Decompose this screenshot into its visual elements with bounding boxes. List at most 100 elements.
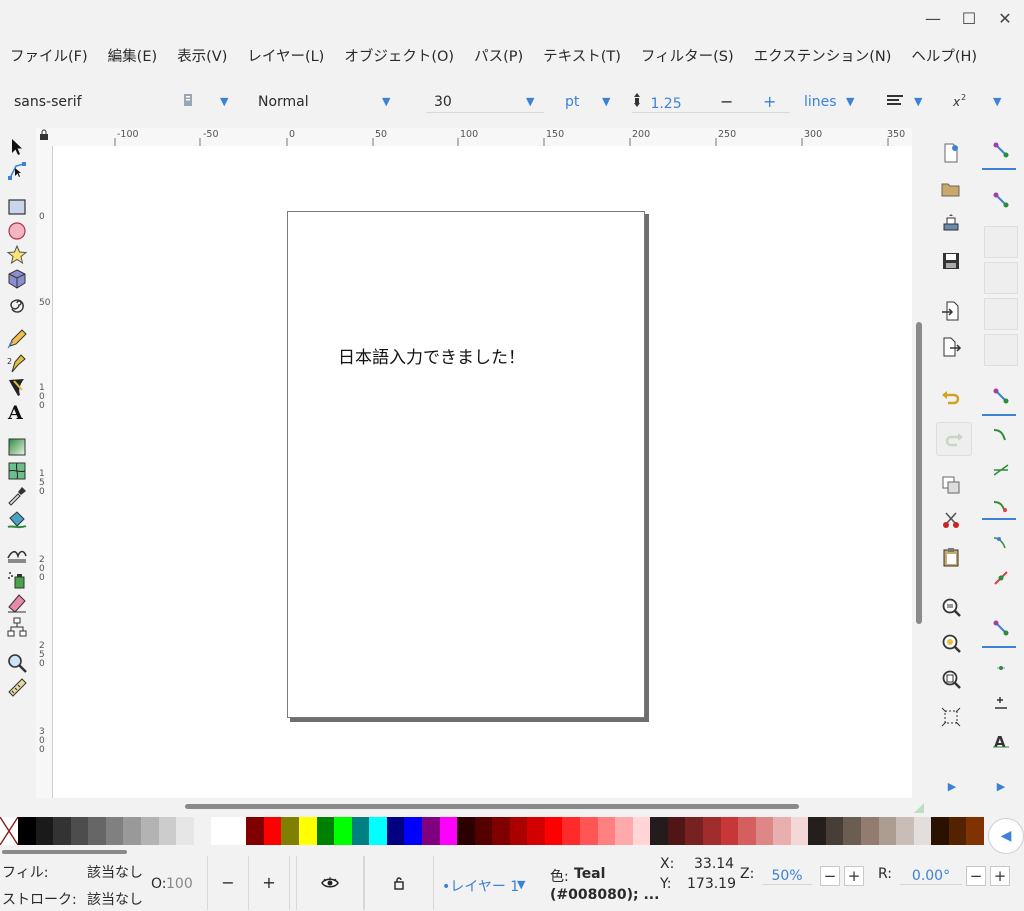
palette-swatch[interactable] [913, 817, 932, 845]
duplicate-icon[interactable] [940, 474, 964, 498]
new-document-icon[interactable] [940, 142, 964, 166]
font-family-dropdown-icon[interactable]: ▼ [220, 92, 228, 112]
stroke-value[interactable]: 該当なし [87, 889, 143, 909]
palette-swatch[interactable] [861, 817, 879, 845]
palette-swatch[interactable] [421, 817, 440, 845]
rectangle-tool-icon[interactable] [6, 196, 28, 218]
toggle-layer-visibility-button[interactable] [296, 856, 364, 910]
palette-scroll-left-icon[interactable]: ◀ [988, 818, 1024, 854]
minimize-button[interactable]: — [922, 8, 944, 30]
import-icon[interactable] [940, 300, 964, 324]
palette-swatch[interactable] [948, 817, 967, 845]
unit-field[interactable]: pt [565, 92, 579, 112]
line-spacing-increase-button[interactable]: + [763, 92, 776, 112]
palette-swatch[interactable] [53, 817, 71, 845]
dropper-tool-icon[interactable] [6, 484, 28, 506]
print-icon[interactable] [940, 214, 964, 238]
font-style-field[interactable]: Normal [258, 92, 368, 112]
cut-icon[interactable] [940, 510, 964, 534]
document-page[interactable]: 日本語入力できました！ [287, 211, 645, 718]
menu-extensions[interactable]: エクステンション(N) [744, 45, 902, 66]
snap-path-icon[interactable] [986, 424, 1016, 448]
selector-tool-icon[interactable] [6, 136, 28, 158]
palette-swatch[interactable] [702, 817, 721, 845]
palette-swatch[interactable] [738, 817, 756, 845]
save-icon[interactable] [940, 250, 964, 274]
palette-swatch[interactable] [544, 817, 563, 845]
menu-object[interactable]: オブジェクト(O) [334, 45, 464, 66]
canvas-text-object[interactable]: 日本語入力できました！ [338, 343, 525, 368]
zoom-out-button[interactable]: − [820, 866, 840, 886]
snap-bbox-corner-button[interactable] [984, 262, 1018, 294]
font-size-dropdown-icon[interactable]: ▼ [526, 92, 534, 112]
palette-scrollbar[interactable] [2, 850, 127, 854]
menu-help[interactable]: ヘルプ(H) [901, 45, 987, 66]
paint-bucket-tool-icon[interactable] [6, 508, 28, 530]
superscript-icon[interactable]: x2 [952, 92, 972, 112]
palette-swatch[interactable] [966, 817, 984, 845]
opacity-increase-button[interactable]: + [248, 856, 290, 910]
zoom-field[interactable]: 50% [762, 868, 812, 885]
palette-swatch[interactable] [299, 817, 317, 845]
spacing-mode-field[interactable]: lines [804, 92, 837, 112]
snap-text-baseline-icon[interactable]: A [986, 730, 1016, 754]
palette-swatch[interactable] [386, 817, 405, 845]
palette-swatch[interactable] [615, 817, 633, 845]
vertical-scrollbar[interactable] [916, 322, 922, 624]
node-tool-icon[interactable] [6, 160, 28, 182]
paste-icon[interactable] [940, 546, 964, 570]
palette-swatch[interactable] [439, 817, 458, 845]
close-button[interactable]: ✕ [994, 8, 1016, 30]
palette-swatch[interactable] [193, 817, 212, 845]
star-tool-icon[interactable] [6, 244, 28, 266]
no-paint-swatch[interactable] [0, 816, 19, 846]
maximize-button[interactable]: ☐ [958, 8, 980, 30]
snap-cusp-icon[interactable] [986, 496, 1016, 520]
ellipse-tool-icon[interactable] [6, 220, 28, 242]
palette-swatch[interactable] [843, 817, 861, 845]
palette-swatch[interactable] [667, 817, 686, 845]
font-style-dropdown-icon[interactable]: ▼ [382, 92, 390, 112]
snap-rotation-center-icon[interactable] [986, 694, 1016, 718]
unit-dropdown-icon[interactable]: ▼ [602, 92, 610, 112]
fill-value[interactable]: 該当なし [87, 862, 143, 882]
align-left-icon[interactable] [886, 92, 906, 112]
zoom-selection-icon[interactable] [940, 596, 964, 620]
palette-swatch[interactable] [878, 817, 897, 845]
palette-swatch[interactable] [685, 817, 703, 845]
palette-swatch[interactable] [755, 817, 774, 845]
menu-file[interactable]: ファイル(F) [0, 45, 98, 66]
horizontal-scrollbar[interactable] [185, 804, 799, 809]
text-tool-icon[interactable]: A [6, 400, 28, 424]
palette-swatch[interactable] [369, 817, 387, 845]
snap-bbox-midpoint-button[interactable] [984, 298, 1018, 330]
opacity-value[interactable]: 100 [166, 876, 193, 892]
palette-swatch[interactable] [825, 817, 844, 845]
tweak-tool-icon[interactable] [6, 544, 28, 566]
palette-swatch[interactable] [35, 817, 54, 845]
snap-bbox-icon[interactable] [986, 190, 1016, 214]
snap-intersection-icon[interactable] [986, 460, 1016, 484]
calligraphy-tool-icon[interactable] [6, 376, 28, 398]
mesh-tool-icon[interactable] [6, 460, 28, 482]
palette-swatch[interactable] [158, 817, 177, 845]
palette-swatch[interactable] [228, 817, 247, 845]
menu-view[interactable]: 表示(V) [167, 45, 237, 66]
palette-swatch[interactable] [316, 817, 335, 845]
spiral-tool-icon[interactable] [6, 292, 28, 314]
palette-swatch[interactable] [404, 817, 422, 845]
palette-swatch[interactable] [263, 817, 282, 845]
snap-bbox-edge-button[interactable] [984, 226, 1018, 258]
palette-swatch[interactable] [650, 817, 668, 845]
menu-edit[interactable]: 編集(E) [98, 45, 167, 66]
palette-swatch[interactable] [70, 817, 89, 845]
palette-swatch[interactable] [246, 817, 264, 845]
snap-midpoint-icon[interactable] [986, 568, 1016, 592]
snap-toggle-icon[interactable] [986, 140, 1016, 164]
palette-swatch[interactable] [474, 817, 493, 845]
palette-swatch[interactable] [281, 817, 299, 845]
palette-swatch[interactable] [580, 817, 598, 845]
current-layer-dropdown[interactable]: •レイヤー 1 [442, 876, 519, 896]
3d-box-tool-icon[interactable] [6, 268, 28, 290]
palette-swatch[interactable] [597, 817, 616, 845]
